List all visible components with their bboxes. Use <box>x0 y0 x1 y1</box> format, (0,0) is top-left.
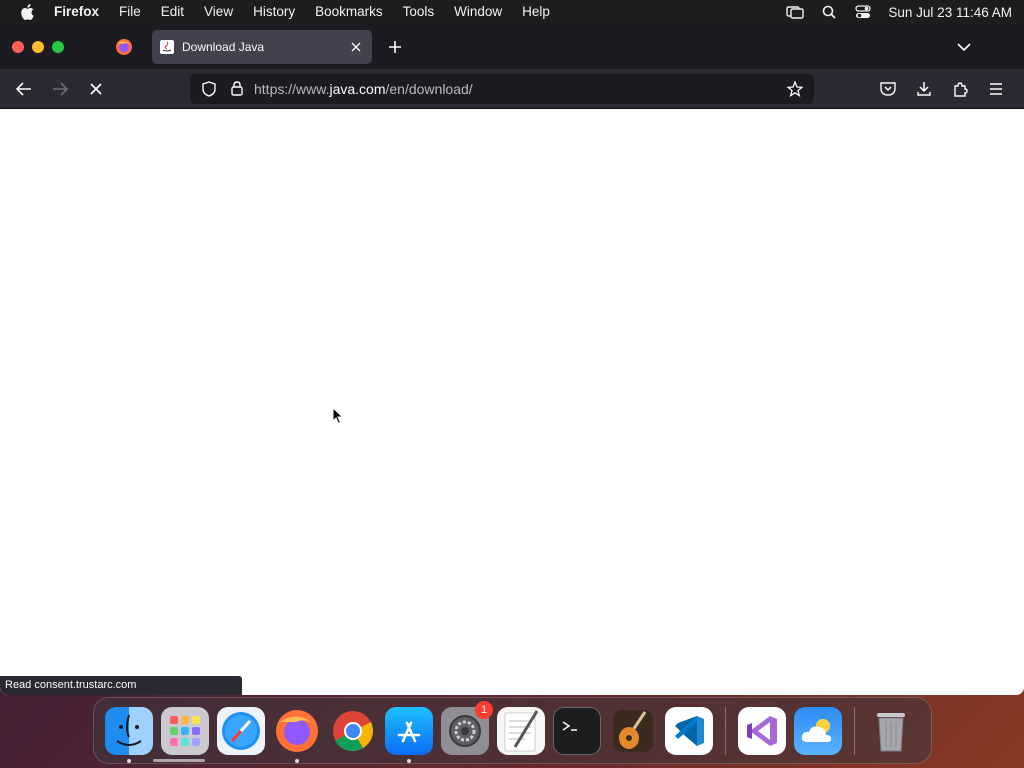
pocket-button[interactable] <box>872 73 904 105</box>
menu-file[interactable]: File <box>109 0 151 24</box>
macos-dock: 1 <box>93 697 932 764</box>
extensions-button[interactable] <box>944 73 976 105</box>
arrow-left-icon <box>16 81 31 96</box>
forward-button[interactable] <box>44 73 76 105</box>
firefox-window: Download Java https://www.java.com/en/do… <box>0 24 1024 695</box>
dock-system-settings[interactable]: 1 <box>441 700 493 755</box>
back-button[interactable] <box>8 73 40 105</box>
menu-window[interactable]: Window <box>444 0 512 24</box>
stop-loading-button[interactable] <box>80 73 112 105</box>
app-store-icon <box>397 721 421 742</box>
menu-history[interactable]: History <box>243 0 305 24</box>
dock-app-store[interactable] <box>385 706 433 763</box>
safari-compass-icon <box>222 711 260 750</box>
lock-icon[interactable] <box>226 78 248 100</box>
dock-separator <box>854 706 855 755</box>
dock-separator <box>725 706 726 755</box>
navigation-toolbar: https://www.java.com/en/download/ <box>0 69 1024 109</box>
new-tab-button[interactable] <box>380 32 410 62</box>
page-content-area[interactable]: Read consent.trustarc.com <box>0 109 1024 695</box>
bookmark-star-icon[interactable] <box>784 78 806 100</box>
screen-mirroring-icon[interactable] <box>778 5 812 19</box>
url-prefix: https://www. <box>254 80 330 97</box>
tab-download-java[interactable]: Download Java <box>152 29 372 64</box>
macos-menu-bar: Firefox File Edit View History Bookmarks… <box>0 0 1024 24</box>
dock-terminal[interactable] <box>553 706 601 755</box>
launchpad-grid-icon <box>170 715 200 746</box>
menu-help[interactable]: Help <box>512 0 560 24</box>
notification-badge: 1 <box>475 700 493 719</box>
terminal-prompt-icon <box>562 720 577 731</box>
dock-textedit[interactable] <box>497 706 545 755</box>
close-icon <box>90 82 102 95</box>
apple-menu-icon[interactable] <box>0 4 54 20</box>
firefox-icon <box>116 38 132 55</box>
visual-studio-icon <box>747 715 777 746</box>
spotlight-search-icon[interactable] <box>812 5 846 19</box>
tab-strip: Download Java <box>0 24 1024 69</box>
tab-title: Download Java <box>182 39 265 54</box>
dock-visual-studio[interactable] <box>738 706 786 755</box>
dock-chrome[interactable] <box>329 707 377 755</box>
dock-garageband[interactable] <box>609 707 657 755</box>
finder-icon <box>116 714 142 746</box>
hamburger-menu-icon <box>990 82 1002 95</box>
url-bar[interactable]: https://www.java.com/en/download/ <box>190 73 814 104</box>
control-center-icon[interactable] <box>846 5 880 19</box>
textedit-pen-icon <box>504 709 539 751</box>
menu-tools[interactable]: Tools <box>393 0 445 24</box>
menu-view[interactable]: View <box>194 0 243 24</box>
menu-edit[interactable]: Edit <box>151 0 194 24</box>
vscode-icon <box>675 715 704 746</box>
arrow-right-icon <box>53 81 68 96</box>
url-domain: java.com <box>329 80 386 97</box>
tracking-protection-shield-icon[interactable] <box>198 78 220 100</box>
window-zoom-button[interactable] <box>52 40 64 53</box>
dock-vscode[interactable] <box>665 706 713 755</box>
java-favicon-icon <box>160 39 174 54</box>
dock-firefox[interactable] <box>273 707 321 763</box>
menu-bookmarks[interactable]: Bookmarks <box>305 0 393 24</box>
chrome-icon <box>333 710 373 751</box>
plus-icon <box>389 40 401 53</box>
dock-weather[interactable] <box>794 706 842 755</box>
firefox-icon <box>276 709 318 752</box>
window-close-button[interactable] <box>12 40 24 53</box>
url-text[interactable]: https://www.java.com/en/download/ <box>254 81 473 97</box>
cloud-sun-icon <box>801 718 832 742</box>
dock-finder[interactable] <box>105 706 153 763</box>
menu-app-firefox[interactable]: Firefox <box>54 0 109 24</box>
downloads-button[interactable] <box>908 73 940 105</box>
window-controls <box>0 40 100 53</box>
chevron-down-icon <box>957 43 971 51</box>
status-panel: Read consent.trustarc.com <box>0 676 242 695</box>
list-all-tabs-button[interactable] <box>952 36 976 58</box>
dock-safari[interactable] <box>217 706 265 755</box>
application-menu-button[interactable] <box>980 73 1012 105</box>
window-minimize-button[interactable] <box>32 40 44 53</box>
guitar-icon <box>613 709 653 752</box>
dock-hover-indicator <box>153 759 205 762</box>
puzzle-piece-icon <box>954 81 968 97</box>
dock-trash[interactable] <box>867 707 915 755</box>
dock-launchpad[interactable] <box>161 706 209 755</box>
pocket-icon <box>880 82 896 96</box>
mouse-pointer-icon <box>332 407 344 425</box>
menubar-clock[interactable]: Sun Jul 23 11:46 AM <box>880 5 1012 20</box>
pinned-tab-firefox[interactable] <box>100 24 148 69</box>
tab-close-icon[interactable] <box>348 39 364 55</box>
url-path: /en/download/ <box>385 80 473 97</box>
download-icon <box>917 81 931 96</box>
trash-icon <box>877 712 905 751</box>
